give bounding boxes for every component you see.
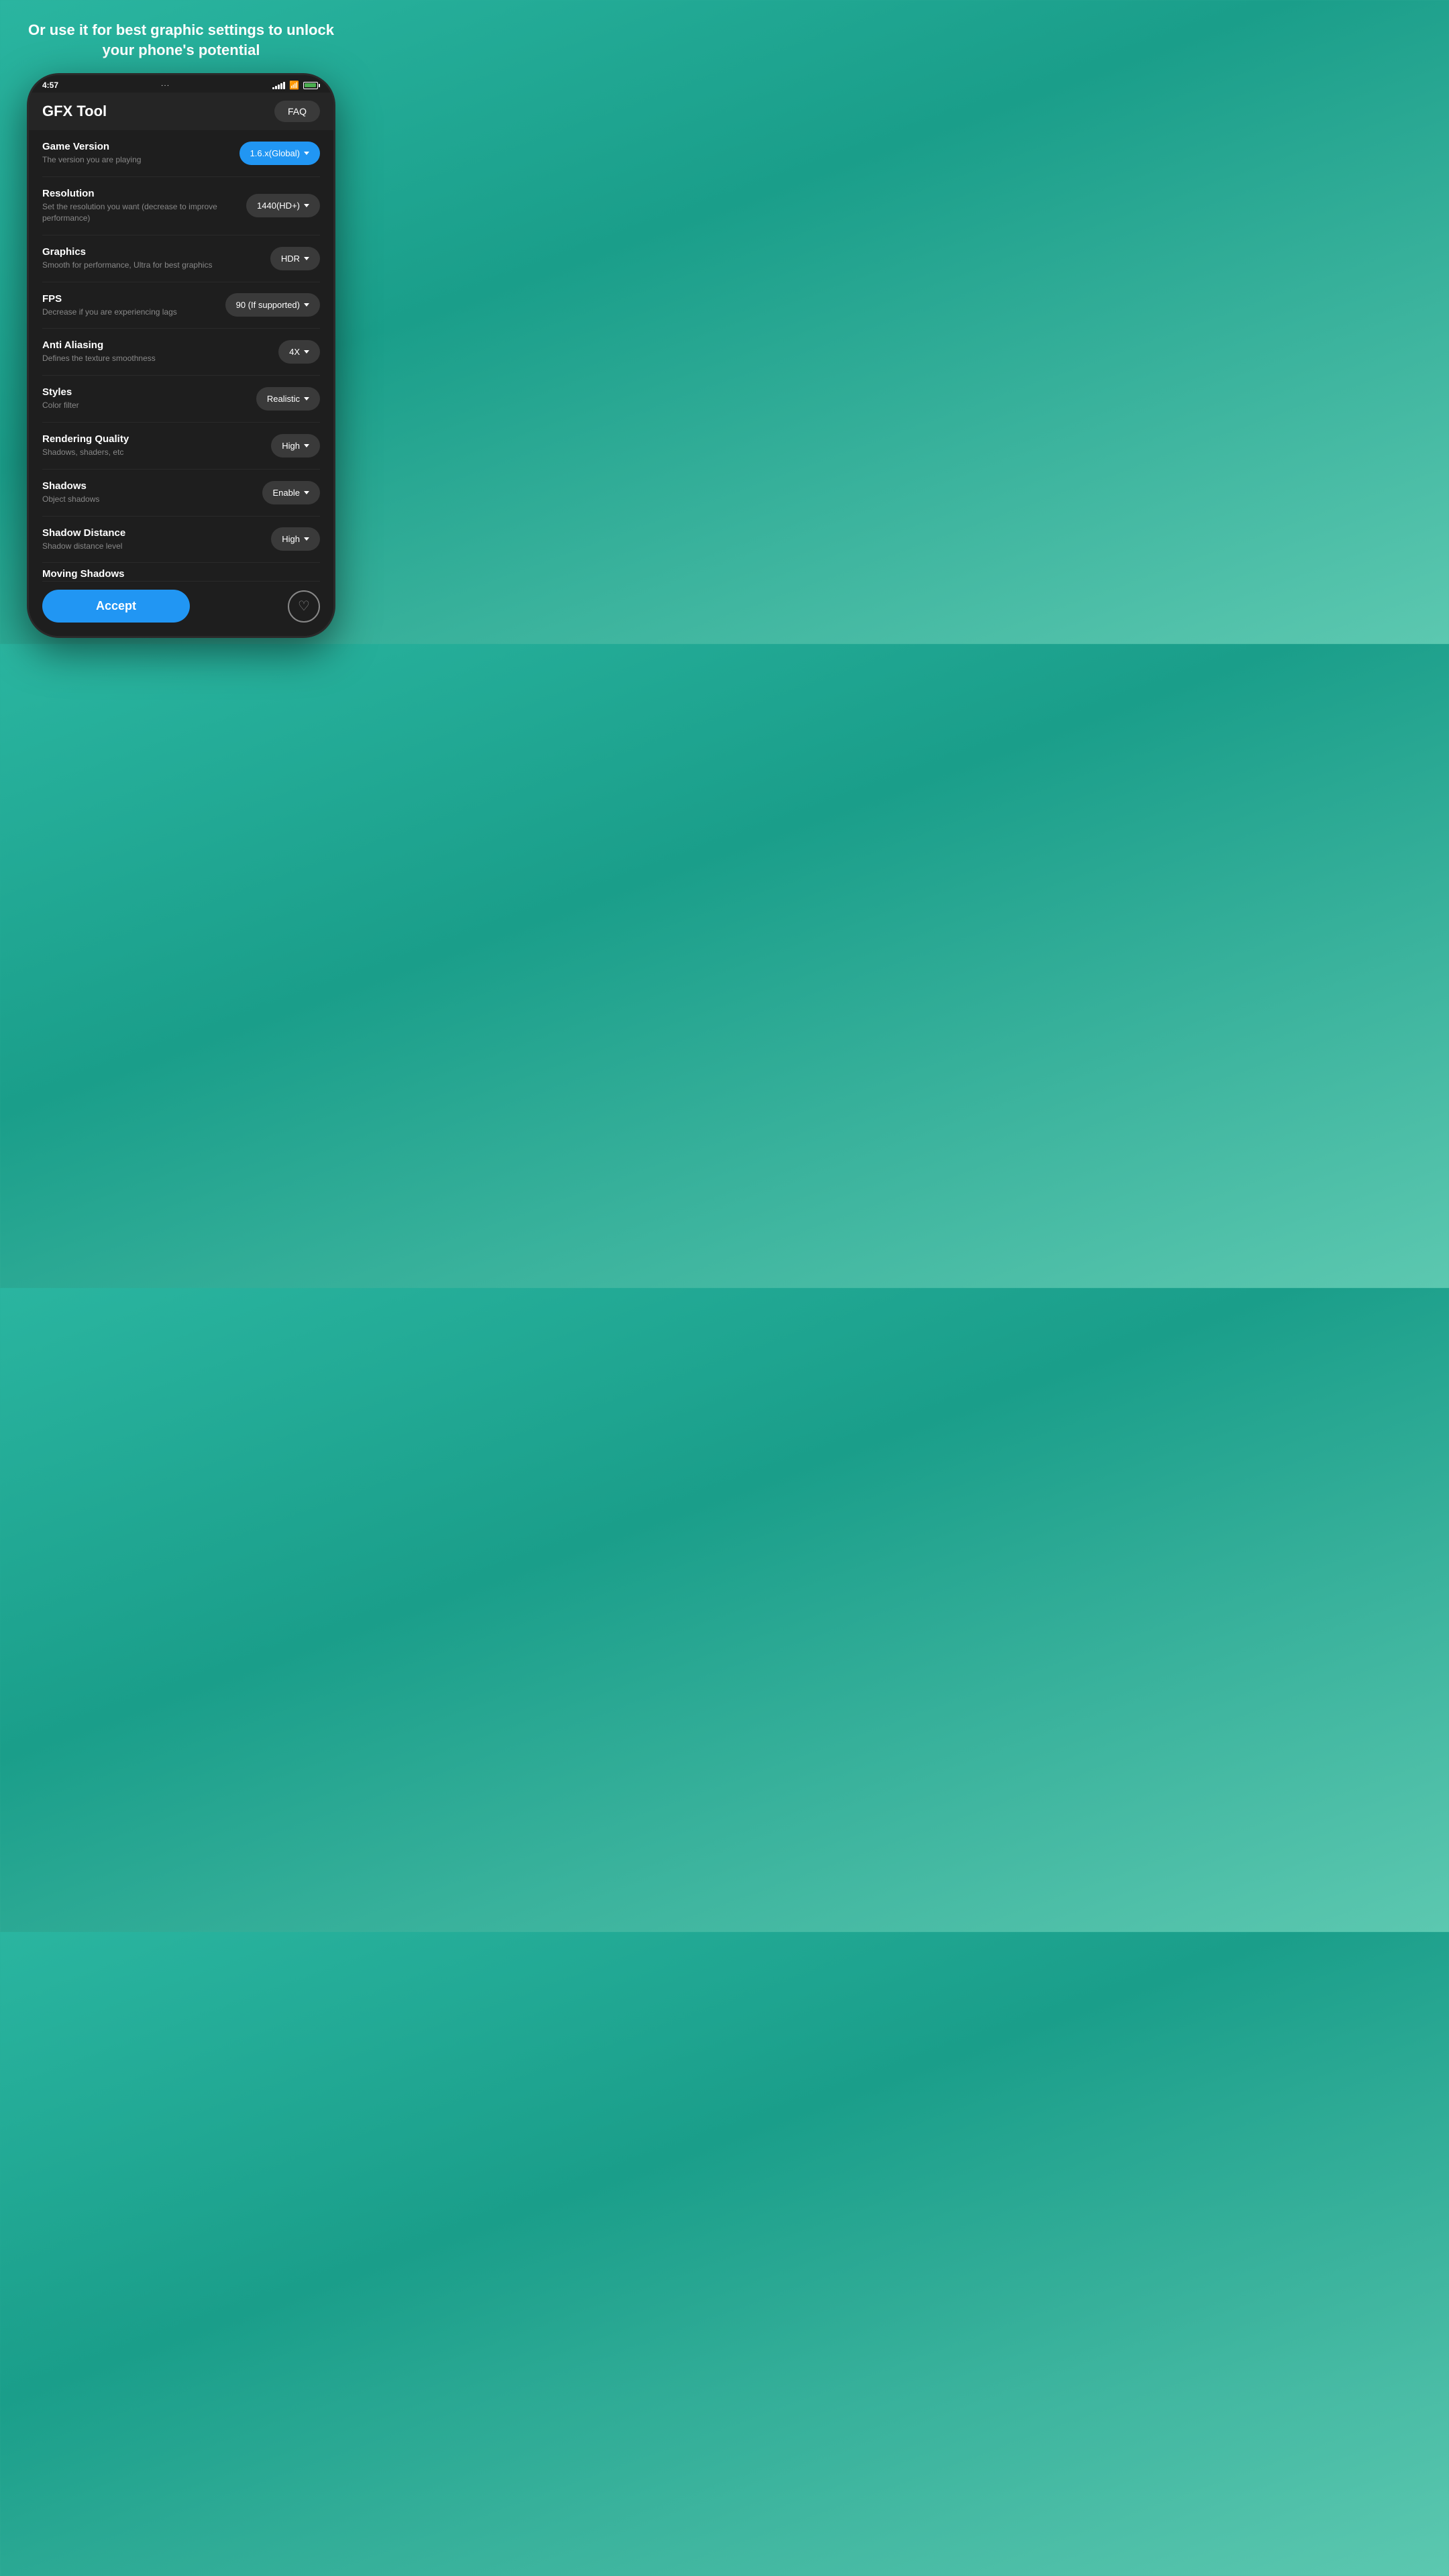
signal-icon xyxy=(272,81,285,89)
app-title: GFX Tool xyxy=(42,103,107,120)
setting-control-graphics: HDR xyxy=(270,247,320,270)
faq-button[interactable]: FAQ xyxy=(274,101,320,122)
setting-desc-styles: Color filter xyxy=(42,400,248,411)
accept-button[interactable]: Accept xyxy=(42,590,190,623)
status-icons: 📶 xyxy=(272,80,320,90)
setting-dropdown-graphics[interactable]: HDR xyxy=(270,247,320,270)
setting-label-shadow-distance: Shadow Distance Shadow distance level xyxy=(42,527,263,552)
setting-title-fps: FPS xyxy=(42,293,217,305)
setting-row-resolution: Resolution Set the resolution you want (… xyxy=(42,177,320,235)
setting-label-shadows: Shadows Object shadows xyxy=(42,480,254,505)
setting-value-styles: Realistic xyxy=(267,394,300,404)
setting-title-game-version: Game Version xyxy=(42,141,231,152)
setting-title-styles: Styles xyxy=(42,386,248,398)
setting-control-fps: 90 (If supported) xyxy=(225,293,320,317)
setting-desc-anti-aliasing: Defines the texture smoothness xyxy=(42,353,270,364)
setting-row-styles: Styles Color filter Realistic xyxy=(42,376,320,423)
setting-label-graphics: Graphics Smooth for performance, Ultra f… xyxy=(42,246,262,271)
setting-desc-fps: Decrease if you are experiencing lags xyxy=(42,307,217,318)
setting-label-fps: FPS Decrease if you are experiencing lag… xyxy=(42,293,217,318)
setting-row-shadow-distance: Shadow Distance Shadow distance level Hi… xyxy=(42,517,320,564)
setting-label-anti-aliasing: Anti Aliasing Defines the texture smooth… xyxy=(42,339,270,364)
wifi-icon: 📶 xyxy=(289,80,299,90)
heart-icon: ♡ xyxy=(298,598,310,614)
setting-desc-resolution: Set the resolution you want (decrease to… xyxy=(42,201,238,224)
setting-value-anti-aliasing: 4X xyxy=(289,347,300,357)
setting-title-rendering-quality: Rendering Quality xyxy=(42,433,263,445)
chevron-down-icon xyxy=(304,537,309,541)
setting-control-resolution: 1440(HD+) xyxy=(246,194,320,217)
chevron-down-icon xyxy=(304,397,309,400)
chevron-down-icon xyxy=(304,350,309,354)
setting-value-game-version: 1.6.x(Global) xyxy=(250,148,300,158)
setting-dropdown-resolution[interactable]: 1440(HD+) xyxy=(246,194,320,217)
setting-title-anti-aliasing: Anti Aliasing xyxy=(42,339,270,351)
setting-value-graphics: HDR xyxy=(281,254,300,264)
setting-dropdown-styles[interactable]: Realistic xyxy=(256,387,320,411)
status-bar: 4:57 ··· 📶 xyxy=(29,75,333,93)
setting-title-graphics: Graphics xyxy=(42,246,262,258)
battery-icon xyxy=(303,82,320,89)
setting-dropdown-anti-aliasing[interactable]: 4X xyxy=(278,340,320,364)
setting-row-game-version: Game Version The version you are playing… xyxy=(42,130,320,177)
favorite-button[interactable]: ♡ xyxy=(288,590,320,623)
setting-control-rendering-quality: High xyxy=(271,434,320,458)
setting-desc-rendering-quality: Shadows, shaders, etc xyxy=(42,447,263,458)
setting-control-styles: Realistic xyxy=(256,387,320,411)
chevron-down-icon xyxy=(304,257,309,260)
chevron-down-icon xyxy=(304,204,309,207)
bottom-bar: Accept ♡ xyxy=(29,582,333,636)
setting-desc-shadow-distance: Shadow distance level xyxy=(42,541,263,552)
setting-row-graphics: Graphics Smooth for performance, Ultra f… xyxy=(42,235,320,282)
setting-dropdown-fps[interactable]: 90 (If supported) xyxy=(225,293,320,317)
setting-control-shadow-distance: High xyxy=(271,527,320,551)
status-time: 4:57 xyxy=(42,80,58,90)
chevron-down-icon xyxy=(304,303,309,307)
setting-value-shadow-distance: High xyxy=(282,534,300,544)
chevron-down-icon xyxy=(304,491,309,494)
app-header: GFX Tool FAQ xyxy=(29,93,333,130)
setting-row-fps: FPS Decrease if you are experiencing lag… xyxy=(42,282,320,329)
chevron-down-icon xyxy=(304,444,309,447)
chevron-down-icon xyxy=(304,152,309,155)
setting-dropdown-rendering-quality[interactable]: High xyxy=(271,434,320,458)
setting-value-fps: 90 (If supported) xyxy=(236,300,300,310)
setting-label-game-version: Game Version The version you are playing xyxy=(42,141,231,166)
setting-control-game-version: 1.6.x(Global) xyxy=(239,142,320,165)
setting-value-shadows: Enable xyxy=(273,488,300,498)
phone-mockup: 4:57 ··· 📶 GFX Tool FAQ xyxy=(27,73,335,638)
status-notification-dots: ··· xyxy=(161,82,170,89)
setting-title-shadows: Shadows xyxy=(42,480,254,492)
setting-row-anti-aliasing: Anti Aliasing Defines the texture smooth… xyxy=(42,329,320,376)
setting-desc-graphics: Smooth for performance, Ultra for best g… xyxy=(42,260,262,271)
settings-list: Game Version The version you are playing… xyxy=(29,130,333,582)
setting-control-anti-aliasing: 4X xyxy=(278,340,320,364)
setting-title-moving-shadows: Moving Shadows xyxy=(42,568,312,580)
setting-label-rendering-quality: Rendering Quality Shadows, shaders, etc xyxy=(42,433,263,458)
setting-desc-shadows: Object shadows xyxy=(42,494,254,505)
setting-title-resolution: Resolution xyxy=(42,188,238,199)
setting-label-resolution: Resolution Set the resolution you want (… xyxy=(42,188,238,224)
setting-dropdown-shadow-distance[interactable]: High xyxy=(271,527,320,551)
setting-dropdown-shadows[interactable]: Enable xyxy=(262,481,320,504)
setting-row-moving-shadows: Moving Shadows xyxy=(42,563,320,582)
setting-value-resolution: 1440(HD+) xyxy=(257,201,300,211)
setting-row-shadows: Shadows Object shadows Enable xyxy=(42,470,320,517)
setting-control-shadows: Enable xyxy=(262,481,320,504)
setting-label-styles: Styles Color filter xyxy=(42,386,248,411)
setting-row-rendering-quality: Rendering Quality Shadows, shaders, etc … xyxy=(42,423,320,470)
setting-desc-game-version: The version you are playing xyxy=(42,154,231,166)
page-tagline: Or use it for best graphic settings to u… xyxy=(0,0,362,73)
setting-title-shadow-distance: Shadow Distance xyxy=(42,527,263,539)
setting-label-moving-shadows: Moving Shadows xyxy=(42,568,312,582)
setting-value-rendering-quality: High xyxy=(282,441,300,451)
setting-dropdown-game-version[interactable]: 1.6.x(Global) xyxy=(239,142,320,165)
